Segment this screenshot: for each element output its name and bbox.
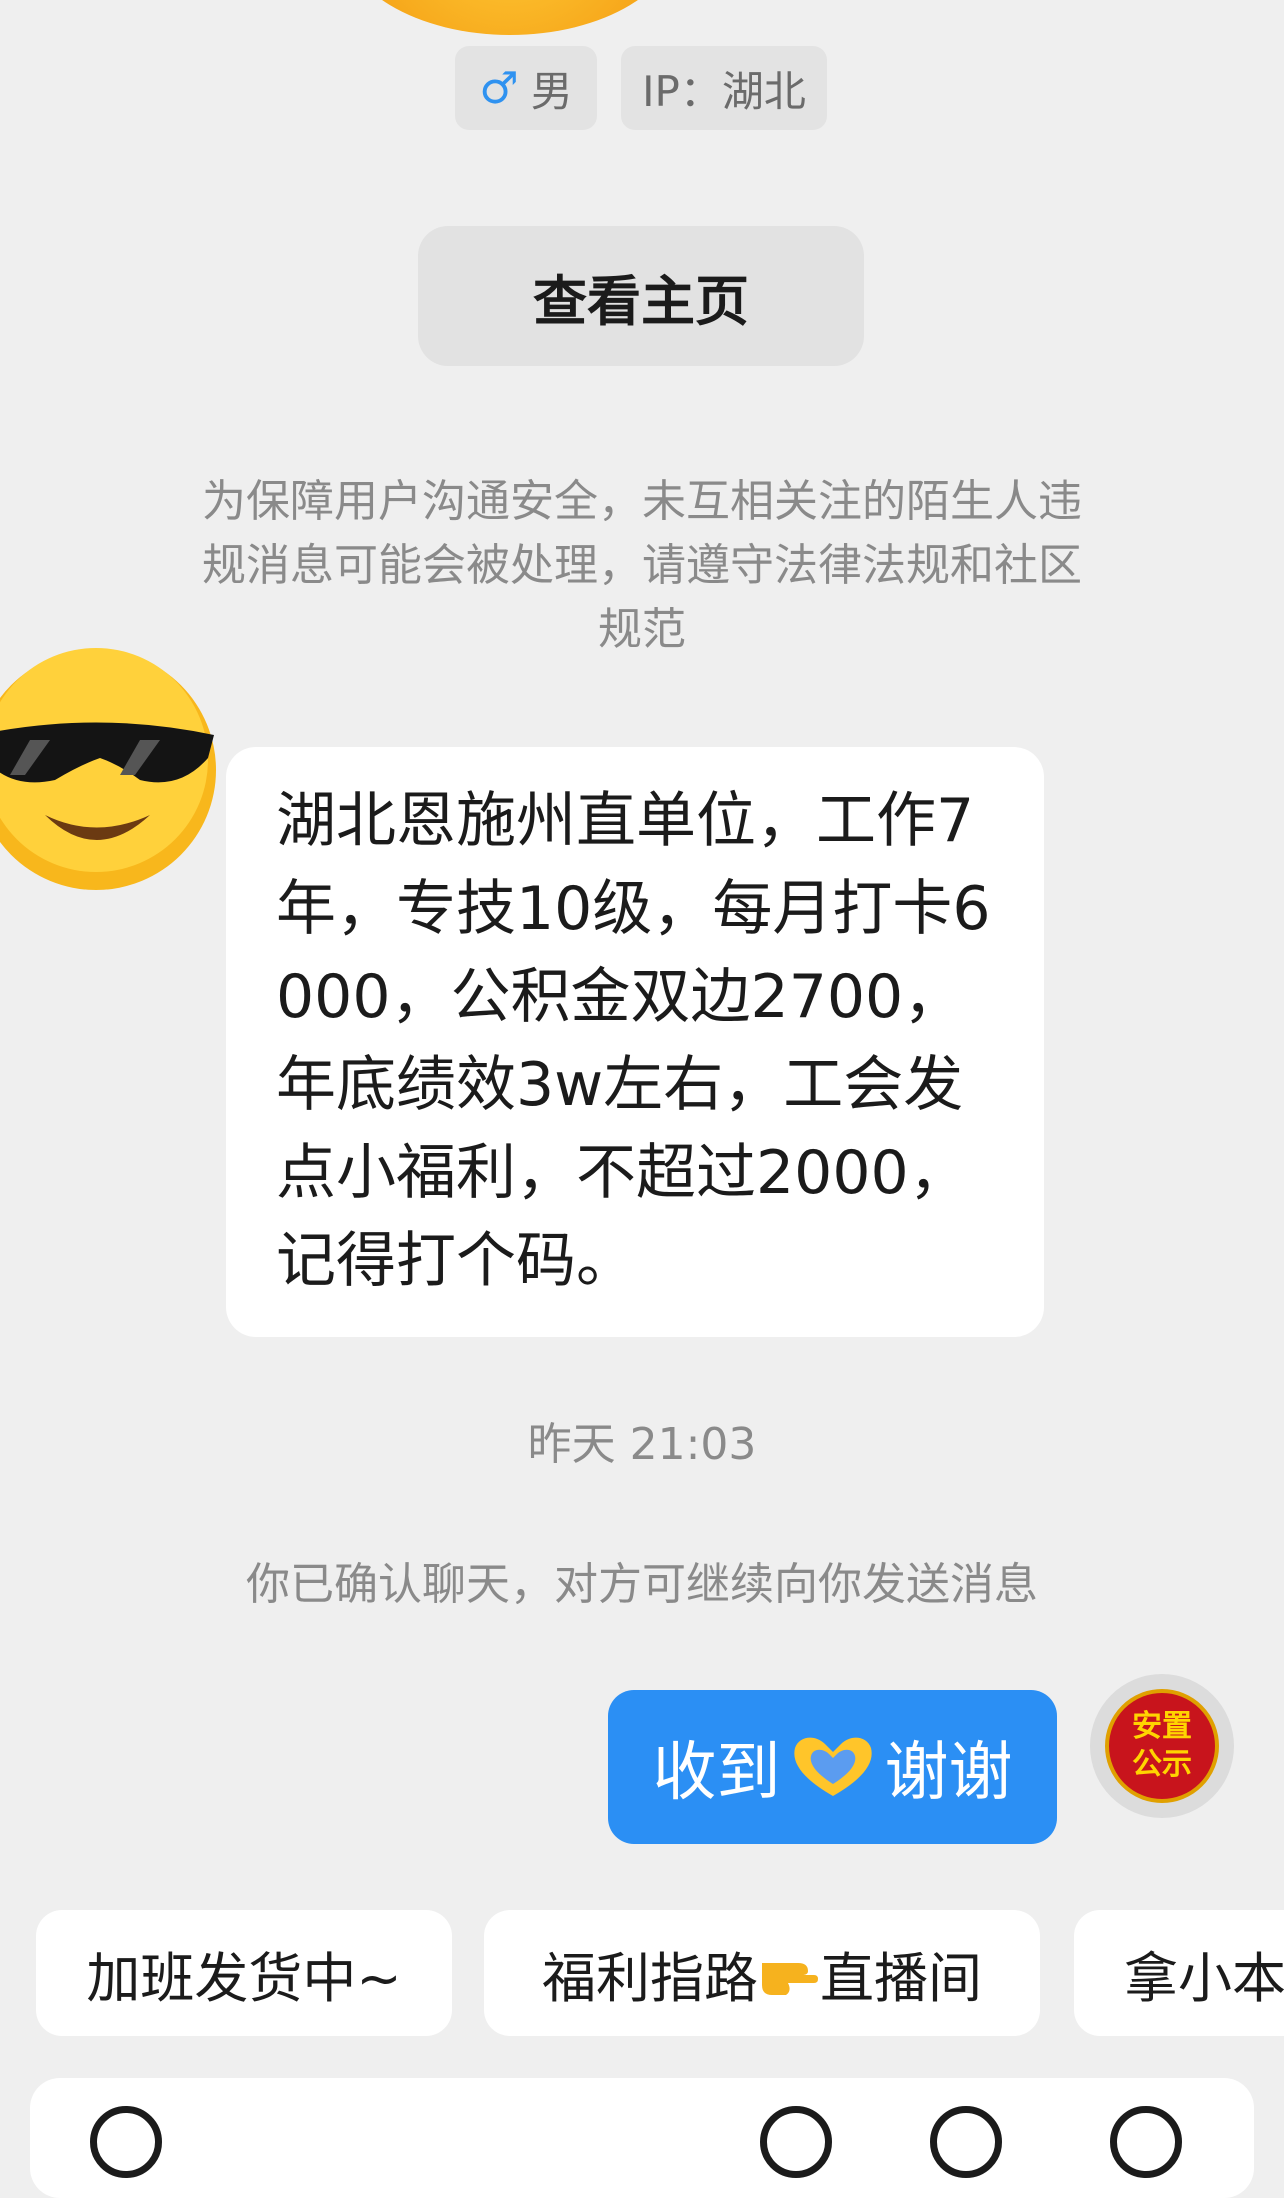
ip-location-tag: IP：湖北 bbox=[621, 46, 827, 130]
sender-avatar[interactable] bbox=[0, 640, 222, 900]
chat-confirm-notice: 你已确认聊天，对方可继续向你发送消息 bbox=[246, 1559, 1038, 1610]
quick-reply-chip[interactable]: 拿小本 bbox=[1074, 1910, 1284, 2036]
my-avatar-text-line2: 公示 bbox=[1132, 1747, 1192, 1782]
heart-hands-icon bbox=[793, 1737, 872, 1796]
message-timestamp: 昨天 21:03 bbox=[527, 1419, 757, 1470]
incoming-message-bubble[interactable]: 湖北恩施州直单位，工作7年，专技10级，每月打卡6000，公积金双边2700，年… bbox=[226, 747, 1044, 1337]
input-toolbar[interactable] bbox=[30, 2078, 1254, 2198]
gender-label: 男 bbox=[530, 66, 573, 116]
view-homepage-button[interactable]: 查看主页 bbox=[418, 226, 864, 366]
male-icon: ♂ bbox=[479, 62, 519, 114]
emoji-icon[interactable] bbox=[760, 2106, 832, 2178]
outgoing-text-end: 谢谢 bbox=[884, 1736, 1013, 1810]
quick-reply-label: 拿小本 bbox=[1124, 1946, 1284, 2010]
quick-reply-label-start: 福利指路 bbox=[542, 1946, 758, 2010]
quick-reply-chip[interactable]: 加班发货中~ bbox=[36, 1910, 452, 2036]
my-avatar-badge: 安置 公示 bbox=[1105, 1689, 1219, 1803]
ip-label: IP：湖北 bbox=[642, 66, 806, 116]
pointing-right-icon bbox=[762, 1963, 818, 1995]
profile-avatar[interactable] bbox=[340, 0, 680, 35]
safety-notice: 为保障用户沟通安全，未互相关注的陌生人违规消息可能会被处理，请遵守法律法规和社区… bbox=[202, 476, 1082, 655]
gender-tag: ♂ 男 bbox=[455, 46, 597, 130]
voice-icon[interactable] bbox=[90, 2106, 162, 2178]
outgoing-message-bubble[interactable]: 收到 谢谢 bbox=[608, 1690, 1057, 1844]
quick-reply-label-end: 直播间 bbox=[820, 1946, 982, 2010]
quick-reply-label: 加班发货中~ bbox=[86, 1946, 402, 2010]
quick-reply-chip[interactable]: 福利指路 直播间 bbox=[484, 1910, 1040, 2036]
my-avatar[interactable]: 安置 公示 bbox=[1090, 1674, 1234, 1818]
outgoing-text-start: 收到 bbox=[652, 1736, 781, 1810]
image-icon[interactable] bbox=[930, 2106, 1002, 2178]
my-avatar-text-line1: 安置 bbox=[1132, 1709, 1192, 1744]
add-icon[interactable] bbox=[1110, 2106, 1182, 2178]
